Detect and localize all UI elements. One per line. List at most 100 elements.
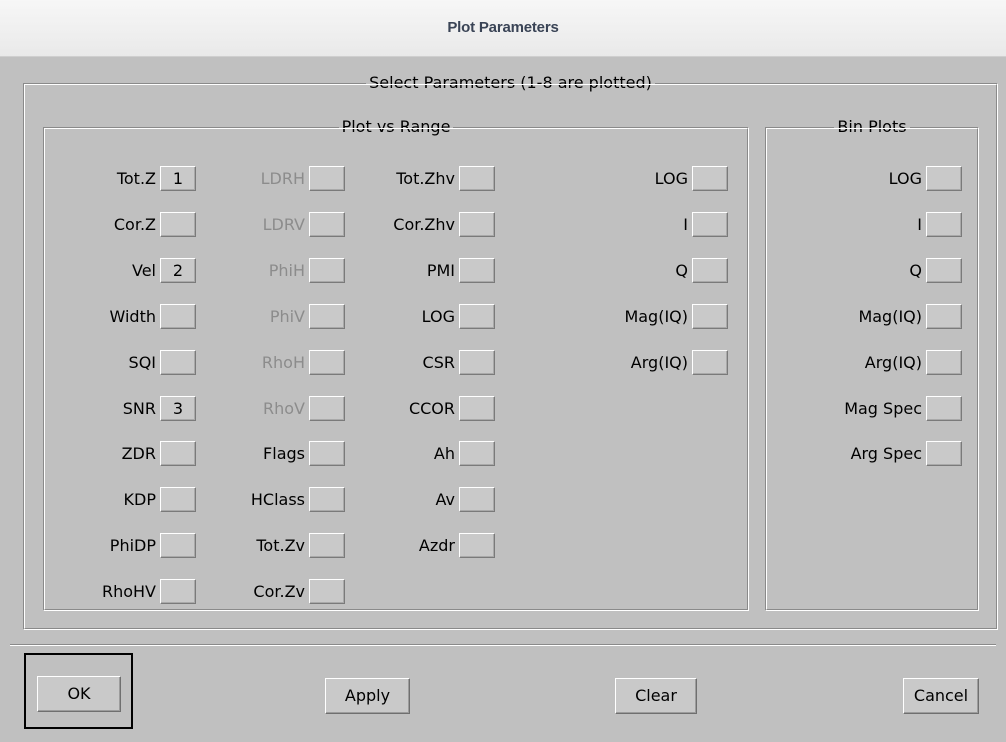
param-label: Av [435, 489, 455, 509]
param-order-field[interactable] [459, 303, 495, 329]
param-order-field[interactable] [926, 211, 962, 237]
param-label: RhoHV [101, 581, 156, 601]
param-row: LDRV [263, 210, 345, 238]
param-row: Cor.Z [114, 210, 196, 238]
param-row: Q [675, 256, 728, 284]
param-label: Ah [433, 443, 455, 463]
param-order-field[interactable] [160, 440, 196, 466]
param-order-field[interactable] [459, 532, 495, 558]
param-order-field[interactable] [692, 349, 728, 375]
param-row: I [683, 210, 728, 238]
param-order-field[interactable] [926, 257, 962, 283]
param-label: ZDR [121, 443, 156, 463]
param-label: HClass [250, 489, 305, 509]
param-row: Cor.Zhv [393, 210, 495, 238]
param-order-field[interactable]: 1 [160, 165, 196, 191]
param-order-field[interactable] [692, 257, 728, 283]
param-label: PhiH [268, 260, 305, 280]
param-label: CSR [422, 352, 455, 372]
param-label: Tot.Zv [256, 535, 305, 555]
param-row: Tot.Zhv [396, 164, 495, 192]
param-order-field[interactable] [926, 349, 962, 375]
param-row: RhoHV [102, 577, 196, 605]
param-order-field[interactable] [459, 211, 495, 237]
param-row: Tot.Z 1 [117, 164, 196, 192]
param-row: RhoH [262, 348, 345, 376]
param-label: Vel [132, 260, 156, 280]
param-order-field[interactable] [692, 211, 728, 237]
param-label: Q [675, 260, 688, 280]
param-label: LOG [421, 306, 455, 326]
param-row: Q [909, 256, 962, 284]
param-order-field[interactable] [459, 257, 495, 283]
param-label: PhiDP [109, 535, 156, 555]
param-order-field[interactable]: 3 [160, 395, 196, 421]
param-label: KDP [123, 489, 156, 509]
param-row: PhiH [269, 256, 345, 284]
param-row: Mag Spec [844, 394, 962, 422]
param-order-field[interactable] [459, 440, 495, 466]
param-order-field[interactable] [459, 395, 495, 421]
param-row: LOG [889, 164, 962, 192]
param-label: I [683, 214, 688, 234]
param-label: SNR [122, 398, 156, 418]
bin-plots-label: Bin Plots [834, 117, 910, 136]
param-row: Ah [434, 439, 495, 467]
param-row: Mag(IQ) [858, 302, 962, 330]
clear-button[interactable]: Clear [615, 678, 697, 714]
param-label: LOG [654, 168, 688, 188]
param-order-field[interactable]: 2 [160, 257, 196, 283]
param-row: RhoV [263, 394, 345, 422]
param-order-field[interactable] [160, 211, 196, 237]
param-row: PMI [427, 256, 495, 284]
param-order-field[interactable] [459, 165, 495, 191]
param-order-field[interactable] [160, 349, 196, 375]
param-order-field[interactable] [926, 395, 962, 421]
param-label: Tot.Zhv [396, 168, 455, 188]
param-row: KDP [124, 485, 196, 513]
param-order-field[interactable] [309, 532, 345, 558]
param-order-field[interactable] [459, 486, 495, 512]
param-row: Arg(IQ) [631, 348, 728, 376]
param-order-field[interactable] [926, 303, 962, 329]
param-order-field[interactable] [309, 440, 345, 466]
param-order-field[interactable] [926, 165, 962, 191]
param-order-field[interactable] [309, 486, 345, 512]
param-order-field[interactable] [692, 303, 728, 329]
param-row: Arg Spec [851, 439, 962, 467]
param-label: Mag Spec [844, 398, 922, 418]
param-order-field[interactable] [160, 303, 196, 329]
param-row: Flags [263, 439, 345, 467]
param-order-field [309, 257, 345, 283]
param-order-field[interactable] [160, 486, 196, 512]
param-order-field [309, 349, 345, 375]
title-bar[interactable]: Plot Parameters [0, 0, 1006, 57]
param-row: CCOR [409, 394, 495, 422]
param-label: Arg(IQ) [864, 352, 922, 372]
param-order-field[interactable] [692, 165, 728, 191]
param-row: I [917, 210, 962, 238]
param-label: Width [109, 306, 156, 326]
param-row: HClass [251, 485, 345, 513]
param-row: Av [436, 485, 495, 513]
param-order-field[interactable] [160, 532, 196, 558]
param-label: RhoH [261, 352, 305, 372]
param-row: PhiV [270, 302, 345, 330]
param-row: Width [110, 302, 196, 330]
param-row: SNR 3 [123, 394, 196, 422]
param-row: LDRH [261, 164, 345, 192]
cancel-button[interactable]: Cancel [903, 678, 979, 714]
param-label: I [917, 214, 922, 234]
param-label: Azdr [418, 535, 455, 555]
param-order-field [309, 211, 345, 237]
param-row: Cor.Zv [253, 577, 345, 605]
param-label: SQI [128, 352, 156, 372]
plot-vs-range-label: Plot vs Range [338, 117, 454, 136]
param-order-field[interactable] [309, 578, 345, 604]
param-order-field[interactable] [459, 349, 495, 375]
apply-button[interactable]: Apply [325, 678, 410, 714]
param-order-field[interactable] [160, 578, 196, 604]
ok-button[interactable]: OK [37, 676, 121, 712]
param-row: SQI [129, 348, 196, 376]
param-order-field[interactable] [926, 440, 962, 466]
